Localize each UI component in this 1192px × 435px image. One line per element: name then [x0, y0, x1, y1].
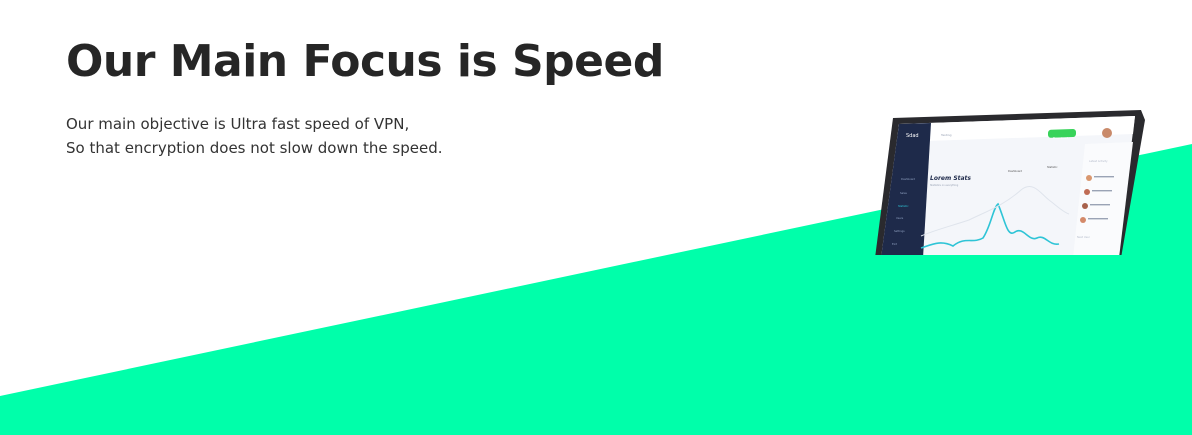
dashboard-stats-subtitle: Statistics on everything	[930, 184, 959, 187]
dashboard-filter-2: Statistic	[1047, 165, 1058, 169]
nav-item-dashboard: Dashboard	[901, 177, 915, 181]
laptop-illustration: Sdad Dashboard Sales Statistic Users Set…	[875, 110, 1145, 255]
activity-line	[1088, 218, 1108, 220]
hero-description-line-1: Our main objective is Ultra fast speed o…	[66, 115, 410, 133]
nav-item-users: Users	[896, 216, 904, 220]
activity-avatar	[1084, 189, 1090, 195]
hero-description: Our main objective is Ultra fast speed o…	[66, 112, 443, 160]
dashboard-filter-1: Dashboard	[1008, 169, 1022, 173]
hero-description-line-2: So that encryption does not slow down th…	[66, 139, 443, 157]
dashboard-search: Testing	[940, 133, 952, 137]
activity-avatar	[1080, 217, 1086, 223]
dashboard-stats-title: Lorem Stats	[930, 175, 971, 182]
right-panel-title: Latest Activity	[1089, 159, 1108, 163]
activity-line	[1092, 190, 1112, 192]
nav-item-sales: Sales	[900, 191, 908, 195]
nav-item-exit: Exit	[892, 242, 897, 246]
nav-item-settings: Settings	[894, 229, 905, 233]
activity-line	[1090, 204, 1110, 206]
right-panel-title-2: Next User	[1077, 235, 1091, 239]
dashboard-avatar	[1102, 128, 1112, 138]
dashboard-brand: Sdad	[906, 133, 919, 139]
dashboard-download-label: Download	[1053, 136, 1068, 140]
activity-avatar	[1082, 203, 1088, 209]
laptop-dashboard-image: Sdad Dashboard Sales Statistic Users Set…	[873, 108, 1145, 255]
nav-item-statistic: Statistic	[898, 204, 909, 208]
activity-line	[1094, 176, 1114, 178]
page-title: Our Main Focus is Speed	[66, 36, 664, 87]
activity-avatar	[1086, 175, 1092, 181]
